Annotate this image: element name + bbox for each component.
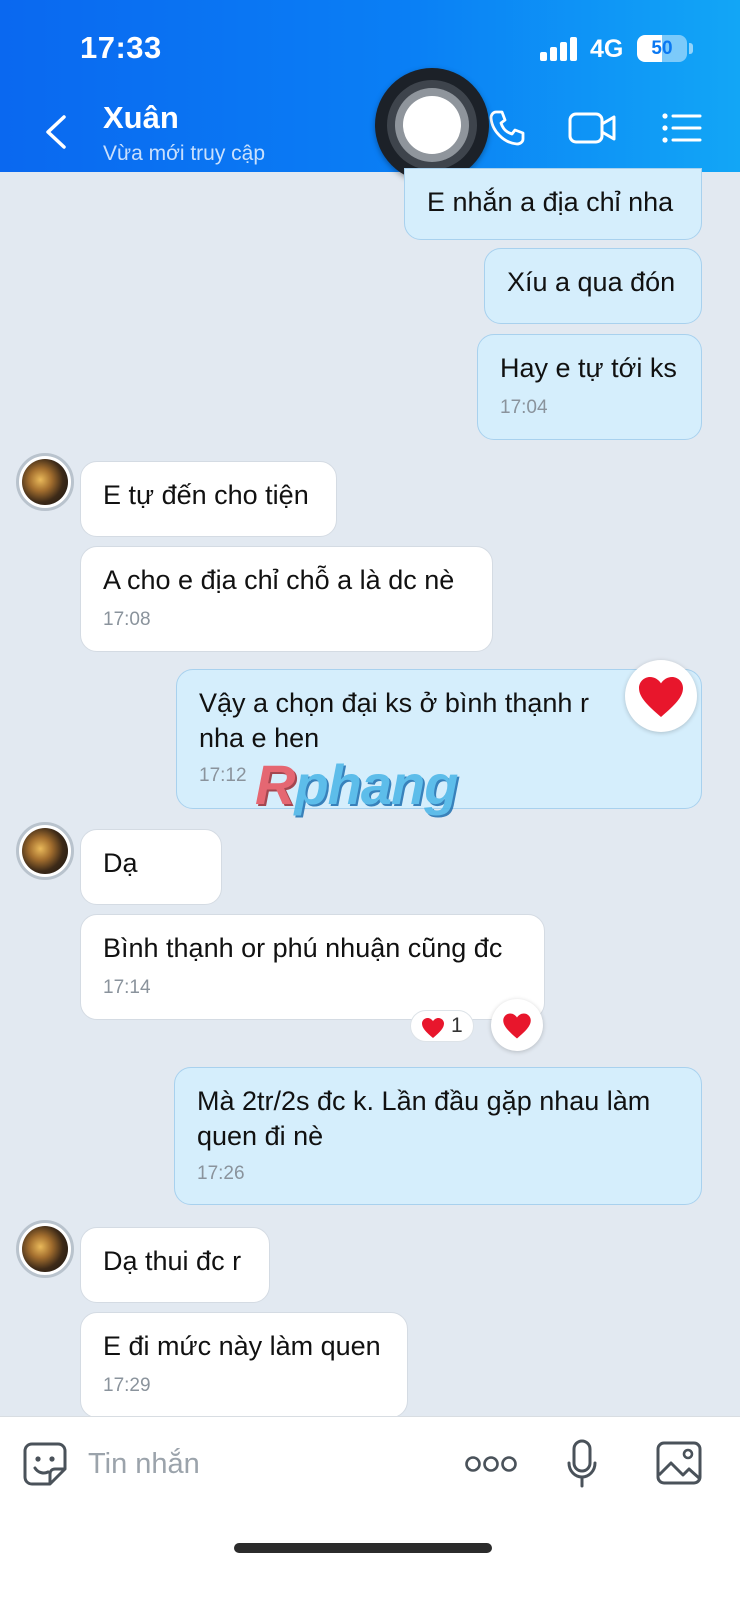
chat-header: 17:33 4G 50 Xuân Vừa mới truy cập — [0, 0, 740, 172]
reaction-summary[interactable]: 1 — [410, 1010, 474, 1042]
watermark-rest: phang — [294, 753, 458, 816]
message-text: Vậy a chọn đại ks ở bình thạnh r nha e h… — [199, 688, 589, 753]
avatar-photo — [22, 828, 68, 874]
message-time: 17:26 — [197, 1163, 245, 1184]
message-text: Dạ — [103, 848, 138, 878]
message-bubble[interactable]: Dạ — [80, 829, 222, 905]
phone-icon[interactable] — [487, 108, 527, 148]
heart-icon — [639, 677, 683, 717]
message-bubble[interactable]: E đi mức này làm quen 17:29 — [80, 1312, 408, 1418]
sticker-icon[interactable] — [22, 1441, 68, 1487]
message-time: 17:08 — [103, 609, 151, 630]
heart-reaction-button[interactable] — [625, 660, 697, 732]
message-bubble[interactable]: E tự đến cho tiện — [80, 461, 337, 537]
message-bubble[interactable]: Hay e tự tới ks 17:04 — [477, 334, 702, 440]
message-text: A cho e địa chỉ chỗ a là dc nè — [103, 565, 455, 595]
home-indicator[interactable] — [234, 1543, 492, 1553]
heart-reaction-button[interactable] — [491, 999, 543, 1051]
message-text: Bình thạnh or phú nhuận cũng đc — [103, 933, 503, 963]
battery-percent: 50 — [651, 38, 673, 59]
watermark-initial: R — [255, 753, 295, 816]
message-bubble[interactable]: A cho e địa chỉ chỗ a là dc nè 17:08 — [80, 546, 493, 652]
network-type: 4G — [590, 35, 624, 63]
heart-icon — [503, 1013, 531, 1039]
message-time: 17:04 — [500, 397, 548, 418]
video-camera-icon[interactable] — [568, 110, 618, 146]
message-bubble[interactable]: Xíu a qua đón — [484, 248, 702, 324]
message-time: 17:29 — [103, 1375, 151, 1396]
heart-icon — [422, 1018, 444, 1038]
avatar-photo — [22, 1226, 68, 1272]
assistive-touch-button[interactable] — [375, 68, 489, 182]
message-text: Xíu a qua đón — [507, 267, 676, 297]
image-icon[interactable] — [656, 1441, 702, 1485]
contact-name[interactable]: Xuân — [103, 100, 179, 136]
message-input[interactable] — [88, 1439, 438, 1489]
reaction-count: 1 — [451, 1014, 463, 1037]
message-time: 17:14 — [103, 977, 151, 998]
contact-avatar[interactable] — [16, 1220, 74, 1278]
message-text: Mà 2tr/2s đc k. Lần đầu gặp nhau làm que… — [197, 1086, 651, 1151]
status-time: 17:33 — [80, 30, 162, 65]
battery-icon: 50 — [637, 35, 687, 62]
message-text: Hay e tự tới ks — [500, 353, 677, 383]
message-bubble[interactable]: Mà 2tr/2s đc k. Lần đầu gặp nhau làm que… — [174, 1067, 702, 1205]
battery-nub — [689, 43, 693, 54]
more-icon[interactable] — [465, 1455, 517, 1473]
chevron-left-icon[interactable] — [42, 112, 72, 152]
message-text: E đi mức này làm quen — [103, 1331, 381, 1361]
contact-avatar[interactable] — [16, 453, 74, 511]
message-text: E tự đến cho tiện — [103, 480, 309, 510]
avatar-photo — [22, 459, 68, 505]
assistive-touch-core — [403, 96, 461, 154]
cellular-signal-icon — [540, 37, 578, 61]
microphone-icon[interactable] — [566, 1439, 598, 1489]
list-menu-icon[interactable] — [662, 112, 702, 144]
message-bubble[interactable]: Dạ thui đc r — [80, 1227, 270, 1303]
message-text: Dạ thui đc r — [103, 1246, 242, 1276]
contact-status: Vừa mới truy cập — [103, 142, 266, 165]
watermark-logo: Rphang — [255, 752, 458, 817]
contact-avatar[interactable] — [16, 822, 74, 880]
message-bubble[interactable]: E nhắn a địa chỉ nha — [404, 168, 702, 240]
message-text: E nhắn a địa chỉ nha — [427, 187, 674, 217]
message-composer — [0, 1416, 740, 1600]
message-bubble[interactable]: Bình thạnh or phú nhuận cũng đc 17:14 — [80, 914, 545, 1020]
